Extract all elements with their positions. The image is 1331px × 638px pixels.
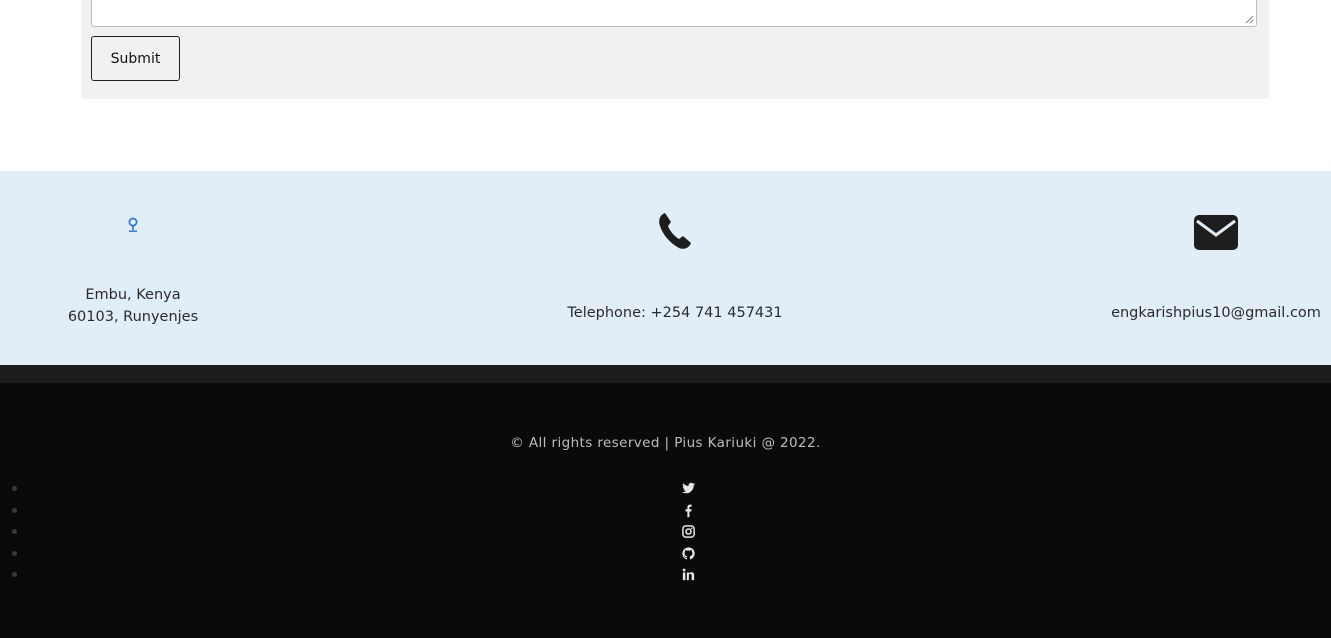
phone-number: Telephone: +254 741 457431 bbox=[567, 305, 783, 321]
contact-form: Submit bbox=[81, 0, 1269, 99]
list-item bbox=[0, 481, 1331, 503]
linkedin-icon bbox=[682, 568, 695, 581]
site-footer: © All rights reserved | Pius Kariuki @ 2… bbox=[0, 383, 1331, 638]
map-pin-icon bbox=[128, 217, 138, 232]
address-line-2: 60103, Runyenjes bbox=[67, 309, 199, 325]
instagram-link[interactable] bbox=[681, 524, 696, 539]
list-bullet bbox=[12, 529, 17, 534]
list-item bbox=[0, 503, 1331, 525]
list-bullet bbox=[12, 550, 17, 556]
twitter-icon bbox=[682, 482, 696, 494]
email-block: engkarishpius10@gmail.com bbox=[1096, 211, 1331, 324]
facebook-icon bbox=[685, 504, 692, 517]
copyright-text: © All rights reserved | Pius Kariuki @ 2… bbox=[510, 435, 821, 451]
email-address: engkarishpius10@gmail.com bbox=[1111, 305, 1321, 321]
message-textarea[interactable] bbox=[91, 0, 1257, 27]
list-bullet bbox=[12, 507, 17, 513]
list-bullet bbox=[12, 486, 17, 491]
list-item bbox=[0, 567, 1331, 589]
list-bullet bbox=[12, 572, 17, 577]
instagram-icon bbox=[682, 525, 695, 538]
address-line-1: Embu, Kenya bbox=[85, 287, 181, 303]
list-item bbox=[0, 546, 1331, 568]
phone-icon bbox=[659, 213, 691, 249]
phone-block: Telephone: +254 741 457431 bbox=[525, 211, 825, 324]
twitter-link[interactable] bbox=[681, 481, 696, 496]
contact-info-section: Embu, Kenya 60103, Runyenjes Telephone: … bbox=[0, 171, 1331, 365]
github-icon bbox=[682, 546, 695, 559]
linkedin-link[interactable] bbox=[681, 567, 696, 582]
address-block: Embu, Kenya 60103, Runyenjes bbox=[33, 211, 233, 328]
github-link[interactable] bbox=[681, 546, 696, 561]
social-links bbox=[0, 481, 1331, 589]
envelope-icon bbox=[1194, 215, 1238, 250]
footer-divider bbox=[0, 365, 1331, 383]
list-item bbox=[0, 524, 1331, 546]
submit-button[interactable]: Submit bbox=[91, 36, 180, 81]
resize-grip-icon[interactable] bbox=[1245, 15, 1254, 24]
facebook-link[interactable] bbox=[681, 503, 696, 518]
